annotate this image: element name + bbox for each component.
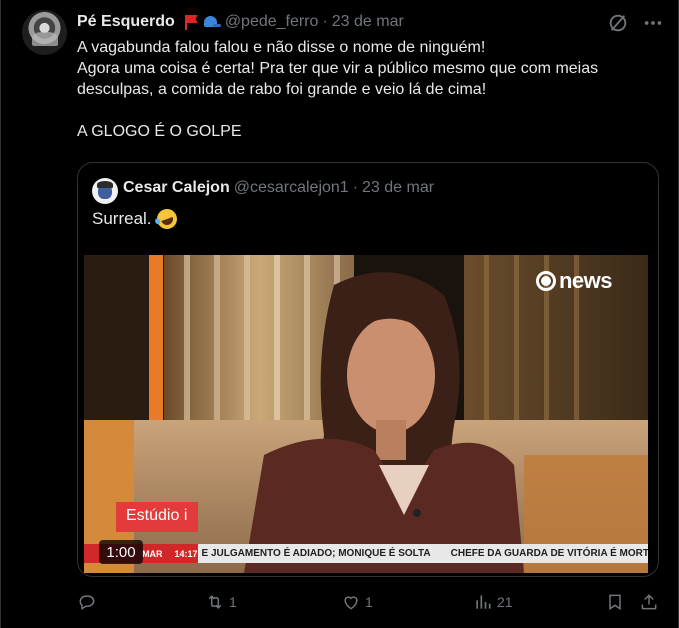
rolling-laughing-emoji-icon: [153, 206, 180, 232]
separator: ·: [352, 179, 359, 196]
reply-button[interactable]: [77, 590, 101, 614]
tweet-line: A vagabunda falou falou e não disse o no…: [77, 39, 486, 56]
bookmark-icon: [609, 594, 621, 611]
quote-author-name[interactable]: Cesar Calejon: [123, 179, 230, 197]
avatar[interactable]: [22, 10, 67, 55]
retweet-button[interactable]: 1: [205, 590, 237, 614]
news-logo: news: [535, 268, 613, 294]
author-handle[interactable]: @pede_ferro: [225, 13, 319, 31]
like-count: 1: [365, 594, 373, 610]
views-button[interactable]: 21: [473, 590, 513, 614]
quote-author-handle[interactable]: @cesarcalejon1: [234, 179, 349, 197]
tweet-date[interactable]: 23 de mar: [332, 13, 404, 31]
reply-icon: [79, 595, 95, 610]
action-bar: 1 1 21: [77, 590, 661, 614]
news-logo-text: news: [558, 268, 613, 293]
cap-icon: [203, 14, 221, 30]
tweet-text: A vagabunda falou falou e não disse o no…: [77, 37, 667, 142]
ticker-time: 14:17: [174, 548, 198, 559]
studio-tag: Estúdio i: [116, 502, 198, 532]
share-icon: [641, 594, 657, 610]
quoted-tweet[interactable]: Cesar Calejon @cesarcalejon1 · 23 de mar…: [77, 162, 659, 577]
tweet-line: desculpas, a comida de rabo foi grande e…: [77, 81, 487, 98]
tweet-card: Pé Esquerdo @pede_ferro · 23 de mar A va…: [0, 0, 679, 628]
share-button[interactable]: [639, 590, 659, 614]
quote-header: Cesar Calejon @cesarcalejon1 · 23 de mar: [123, 179, 434, 197]
ticker-left-label: MAR: [142, 548, 163, 559]
tweet-header: Pé Esquerdo @pede_ferro · 23 de mar: [77, 11, 404, 33]
video-player[interactable]: news Estúdio i MAR 14:17 E JULGAMENTO É …: [84, 255, 648, 573]
tweet-line: A GLOGO É O GOLPE: [77, 123, 242, 140]
flag-icon: [183, 14, 199, 30]
retweet-count: 1: [229, 594, 237, 610]
ticker-text-2: CHEFE DA GUARDA DE VITÓRIA É MORTA: [450, 548, 648, 559]
ticker-text-1: E JULGAMENTO É ADIADO; MONIQUE É SOLTA: [201, 548, 431, 559]
video-duration: 1:00: [99, 540, 143, 564]
news-ticker: MAR 14:17 E JULGAMENTO É ADIADO; MONIQUE…: [84, 544, 648, 563]
more-icon[interactable]: [642, 12, 664, 34]
heart-icon: [344, 596, 358, 610]
author-name[interactable]: Pé Esquerdo: [77, 13, 175, 31]
quote-text-body: Surreal.: [92, 209, 152, 228]
globe-icon: [535, 271, 556, 291]
quote-text: Surreal.: [92, 206, 180, 232]
grok-icon[interactable]: [607, 12, 629, 34]
quote-avatar[interactable]: [92, 178, 118, 204]
retweet-icon: [208, 595, 222, 609]
bookmark-button[interactable]: [605, 590, 625, 614]
tweet-line: Agora uma coisa é certa! Pra ter que vir…: [77, 60, 599, 77]
quote-date[interactable]: 23 de mar: [362, 179, 434, 197]
like-button[interactable]: 1: [341, 590, 373, 614]
separator: ·: [322, 13, 328, 30]
views-count: 21: [497, 594, 513, 610]
views-icon: [476, 595, 491, 609]
